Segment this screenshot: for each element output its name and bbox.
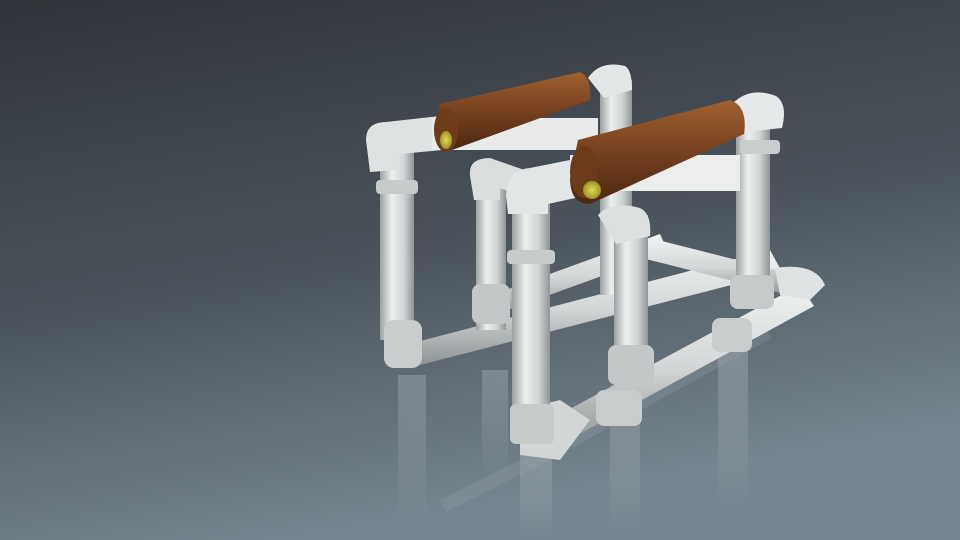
render-viewport bbox=[0, 0, 960, 540]
parallettes-render bbox=[0, 0, 960, 540]
